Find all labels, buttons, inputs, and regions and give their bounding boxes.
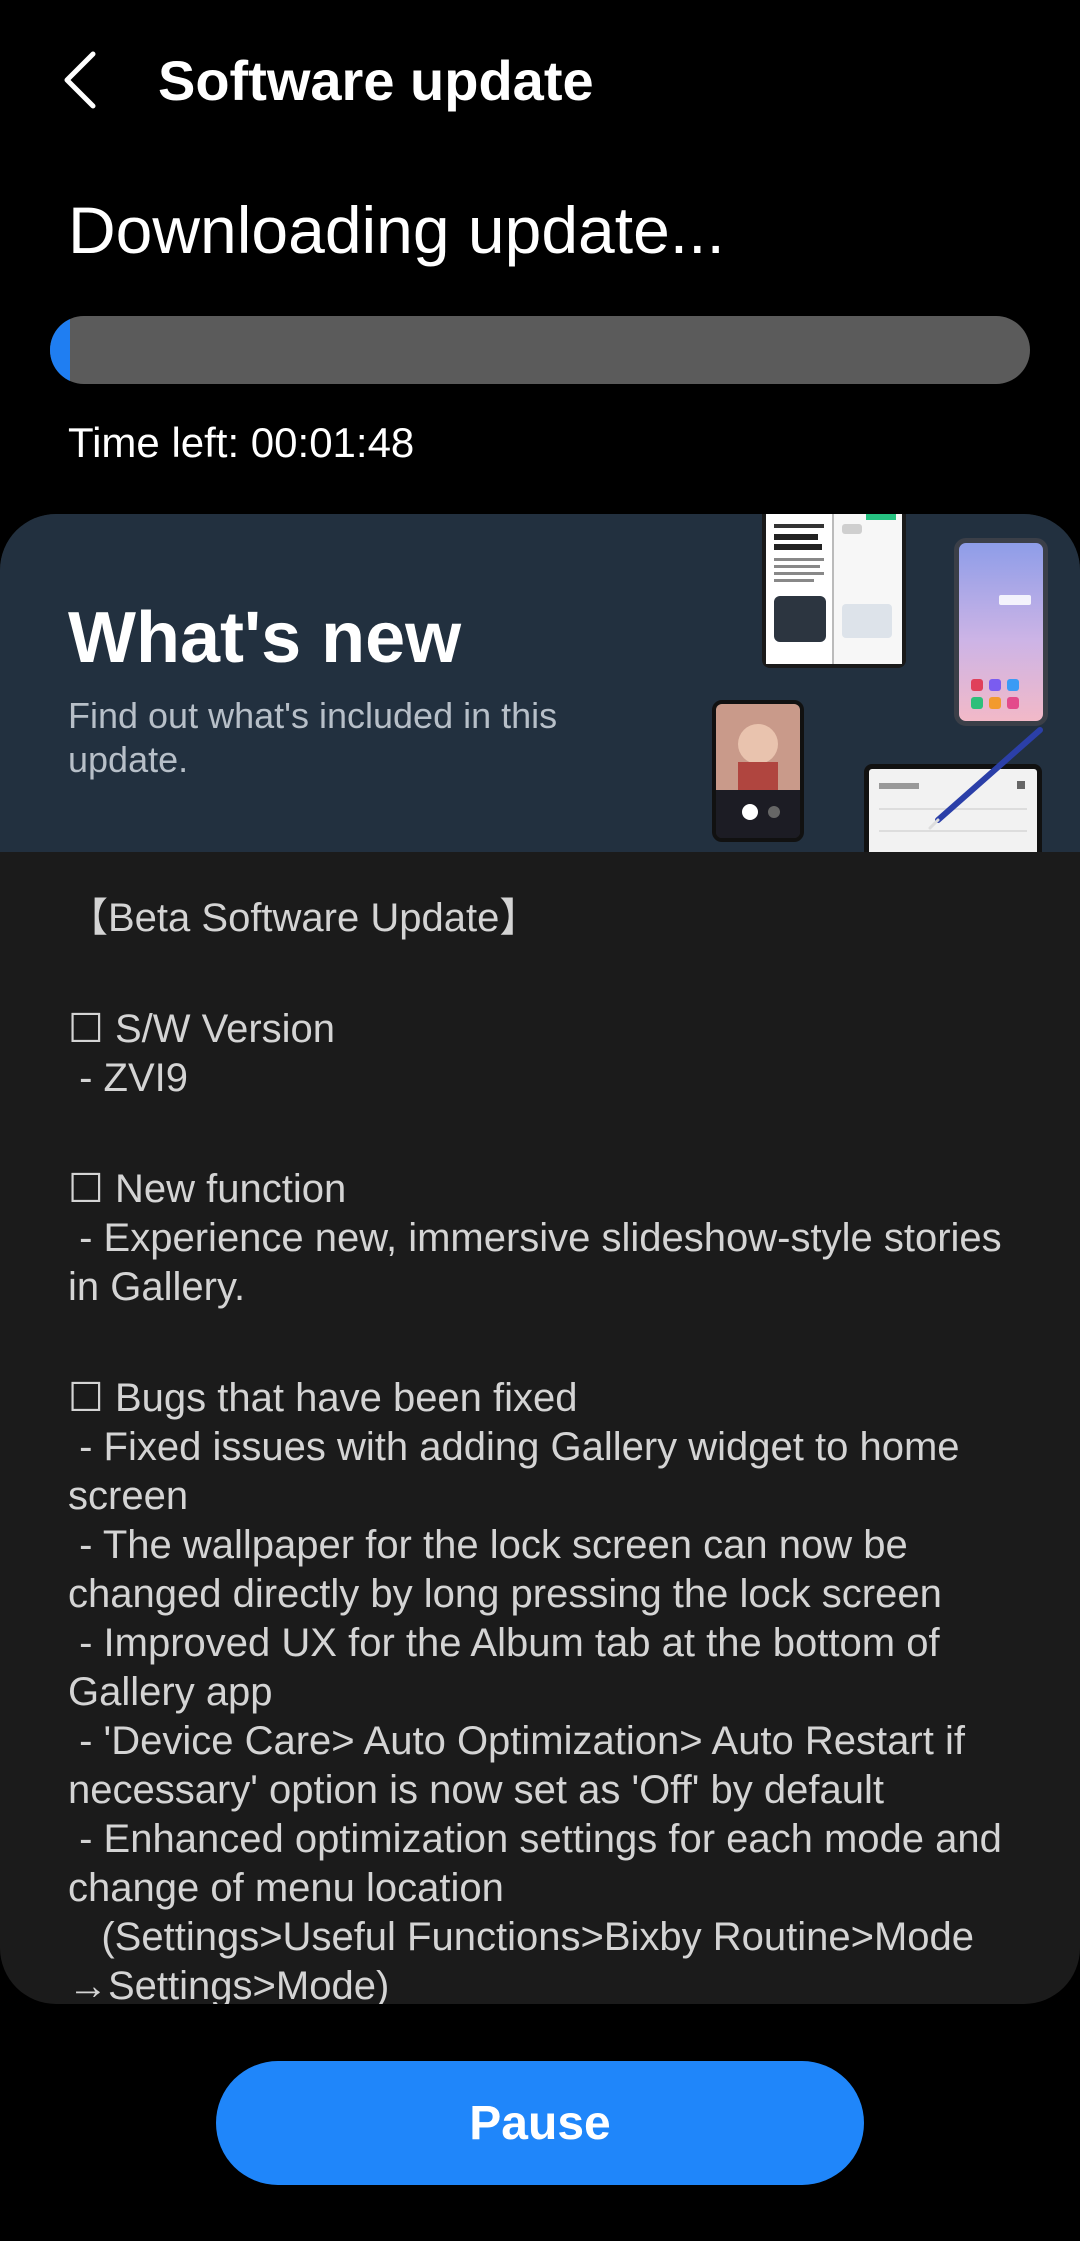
pause-button[interactable]: Pause — [216, 2061, 864, 2185]
chevron-left-icon — [64, 51, 96, 109]
app-header: Software update — [0, 0, 1080, 165]
release-notes-section-version: ☐ S/W Version - ZVI9 — [68, 1007, 336, 1100]
release-notes: 【Beta Software Update】 ☐ S/W Version - Z… — [68, 894, 1008, 2004]
download-status-heading: Downloading update... — [68, 193, 725, 267]
release-notes-section-bug-fixes: ☐ Bugs that have been fixed - Fixed issu… — [68, 1376, 1002, 2004]
back-button[interactable] — [46, 40, 116, 120]
release-notes-heading: 【Beta Software Update】 — [68, 896, 540, 940]
download-progress-bar — [50, 316, 1030, 384]
release-notes-section-new-function: ☐ New function - Experience new, immersi… — [68, 1167, 1002, 1309]
whats-new-title: What's new — [68, 598, 462, 678]
whats-new-banner: What's new Find out what's included in t… — [0, 514, 1080, 852]
download-progress-fill — [50, 316, 70, 384]
time-left-label: Time left: 00:01:48 — [68, 419, 415, 466]
foldable-device-illustration — [762, 514, 906, 668]
phone-device-illustration — [954, 538, 1048, 726]
whats-new-subtitle: Find out what's included in this update. — [68, 695, 558, 780]
s-pen-illustration — [928, 727, 1043, 830]
page-title: Software update — [158, 49, 594, 112]
whats-new-card[interactable]: What's new Find out what's included in t… — [0, 514, 1080, 2004]
flip-device-illustration — [712, 700, 804, 842]
